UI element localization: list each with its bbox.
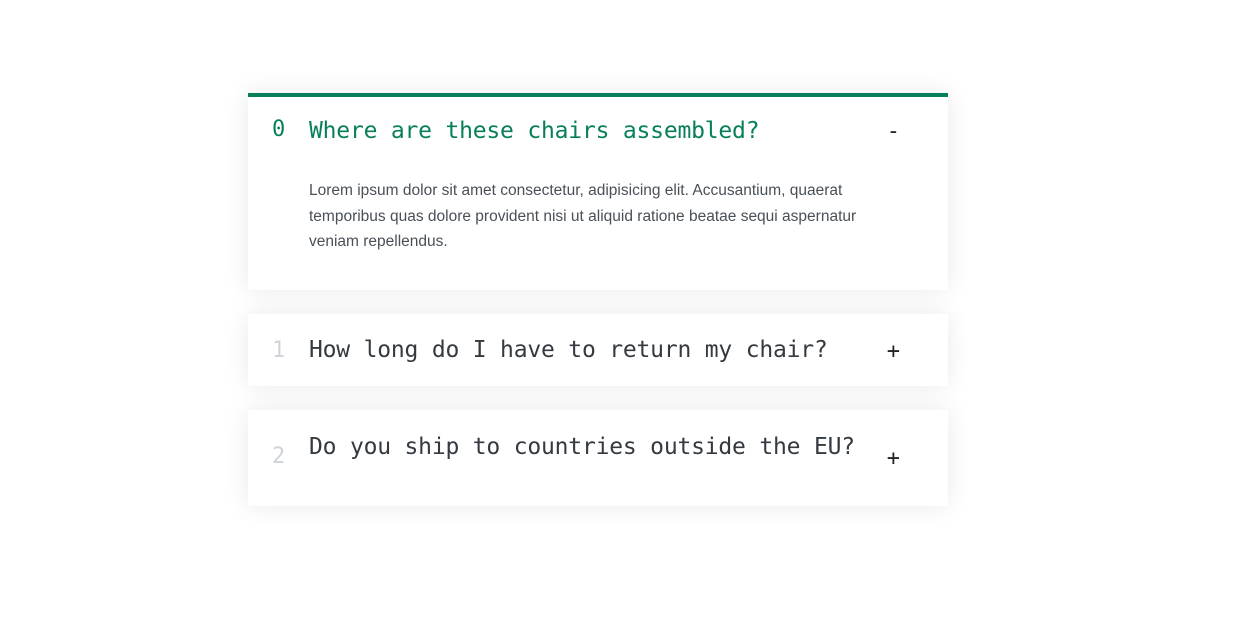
- faq-question[interactable]: Where are these chairs assembled?: [309, 120, 869, 143]
- expand-icon[interactable]: +: [887, 339, 900, 364]
- faq-accordion: 0 Where are these chairs assembled? - Lo…: [248, 93, 948, 506]
- faq-item-number: 0: [272, 117, 286, 142]
- faq-question[interactable]: Do you ship to countries outside the EU?: [309, 436, 869, 459]
- faq-item-shipping[interactable]: 2 Do you ship to countries outside the E…: [248, 410, 948, 506]
- faq-item-returns[interactable]: 1 How long do I have to return my chair?…: [248, 314, 948, 386]
- faq-answer: Lorem ipsum dolor sit amet consectetur, …: [309, 182, 857, 250]
- faq-item-number: 1: [272, 338, 286, 363]
- faq-item-assembly[interactable]: 0 Where are these chairs assembled? - Lo…: [248, 93, 948, 290]
- expand-icon[interactable]: +: [887, 446, 900, 471]
- faq-item-number: 2: [272, 444, 286, 469]
- faq-question[interactable]: How long do I have to return my chair?: [309, 339, 869, 362]
- collapse-icon[interactable]: -: [887, 119, 900, 144]
